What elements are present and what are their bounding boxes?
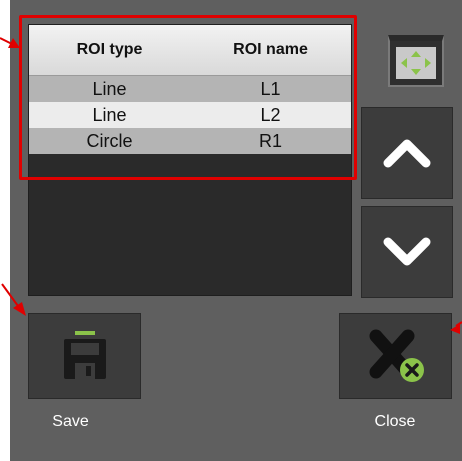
move-up-button[interactable]: [361, 107, 453, 199]
move-down-button[interactable]: [361, 206, 453, 298]
floppy-disk-icon: [63, 331, 106, 379]
annotation-highlight-box: [19, 15, 357, 180]
fit-view-icon: [396, 47, 436, 79]
close-x-icon: [369, 329, 424, 382]
save-label: Save: [52, 413, 89, 430]
chevron-up-icon: [383, 139, 431, 168]
annotation-arrow: [1, 283, 26, 316]
close-label: Close: [374, 413, 416, 430]
save-button[interactable]: [28, 313, 141, 399]
annotation-arrow: [0, 37, 20, 48]
annotation-arrow: [450, 321, 462, 334]
chevron-down-icon: [383, 237, 431, 266]
fit-view-button[interactable]: [388, 35, 444, 87]
close-button[interactable]: [339, 313, 452, 399]
